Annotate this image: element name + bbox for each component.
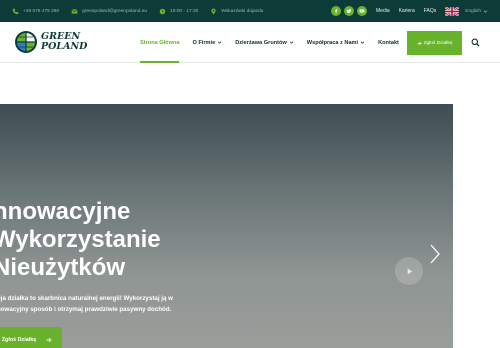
clock-icon bbox=[159, 8, 166, 14]
page: +48 575 475 290 greenpoland@greenpoland.… bbox=[0, 0, 500, 348]
nav-cooperation-label: Współpraca z Nami bbox=[306, 39, 359, 46]
chevron-down-icon bbox=[360, 41, 365, 44]
email-contact[interactable]: greenpoland@greenpoland.eu bbox=[71, 8, 147, 15]
phone-icon bbox=[12, 8, 19, 14]
hero-subtitle: oja działka to skarbnica naturalnej ener… bbox=[0, 293, 173, 315]
hero-title-line: nnowacyjne bbox=[0, 198, 131, 225]
arrow-right-icon bbox=[46, 337, 52, 342]
twitter-icon[interactable] bbox=[344, 6, 354, 16]
language-selector[interactable]: English bbox=[465, 9, 488, 14]
hero-button-label: Zgłoś Działkę bbox=[1, 336, 37, 343]
arrow-right-icon bbox=[417, 41, 422, 45]
phone-number: +48 575 475 290 bbox=[23, 8, 60, 14]
nav-land-lease-label: Dzierżawa Gruntów bbox=[235, 39, 287, 46]
hero-subtitle-line: nowacyjny sposób i otrzymaj prawdziwie p… bbox=[0, 306, 172, 313]
submit-plot-button[interactable]: Zgłoś Działkę bbox=[407, 31, 462, 55]
hero-title-line: Wykorzystanie bbox=[0, 226, 161, 253]
hero-submit-plot-button[interactable]: Zgłoś Działkę bbox=[0, 327, 62, 348]
top-bar: +48 575 475 290 greenpoland@greenpoland.… bbox=[0, 0, 500, 22]
site-logo[interactable]: GREEN POLAND bbox=[14, 30, 87, 54]
youtube-icon[interactable] bbox=[357, 6, 367, 16]
page-background-right bbox=[453, 104, 500, 348]
chevron-down-icon bbox=[217, 41, 222, 44]
chevron-down-icon bbox=[289, 41, 294, 44]
submit-plot-button-label: Zgłoś Działkę bbox=[423, 40, 453, 46]
hero-subtitle-line: oja działka to skarbnica naturalnej ener… bbox=[0, 295, 173, 302]
media-link[interactable]: Media bbox=[376, 8, 390, 14]
nav-home-label: Strona Główna bbox=[140, 39, 180, 46]
directions-text: Wskazówki dojazdu bbox=[221, 8, 264, 14]
main-navigation: Strona Główna O Firmie Dzierżawa Gruntów… bbox=[140, 22, 412, 63]
envelope-icon bbox=[71, 8, 78, 14]
nav-about[interactable]: O Firmie bbox=[192, 22, 222, 63]
video-play-button[interactable] bbox=[395, 257, 423, 285]
main-header: GREEN POLAND Strona Główna O Firmie Dzie… bbox=[0, 22, 500, 63]
map-pin-icon bbox=[211, 7, 217, 15]
nav-contact[interactable]: Kontakt bbox=[378, 22, 399, 63]
directions-link[interactable]: Wskazówki dojazdu bbox=[210, 7, 264, 15]
logo-text-poland: POLAND bbox=[41, 41, 88, 52]
career-link[interactable]: Kariera bbox=[399, 8, 415, 14]
hours-text: 10:00 - 17:30 bbox=[170, 8, 199, 14]
opening-hours: 10:00 - 17:30 bbox=[159, 8, 198, 15]
search-icon[interactable] bbox=[471, 38, 480, 47]
uk-flag-icon[interactable] bbox=[445, 6, 460, 16]
facebook-icon[interactable] bbox=[331, 6, 341, 16]
nav-contact-label: Kontakt bbox=[378, 39, 399, 46]
hero-title-line: Nieużytków bbox=[0, 254, 126, 281]
hero-slider: nnowacyjne Wykorzystanie Nieużytków oja … bbox=[0, 104, 453, 348]
language-label: English bbox=[465, 8, 481, 14]
chevron-down-icon bbox=[483, 10, 488, 13]
nav-cooperation[interactable]: Współpraca z Nami bbox=[307, 22, 365, 63]
hero-title: nnowacyjne Wykorzystanie Nieużytków bbox=[0, 198, 161, 282]
globe-logo-icon bbox=[15, 31, 37, 53]
slider-next-arrow-icon[interactable] bbox=[429, 243, 441, 265]
top-bar-right: Media Kariera FAQs English bbox=[331, 6, 488, 16]
nav-about-label: O Firmie bbox=[192, 39, 216, 46]
nav-home[interactable]: Strona Główna bbox=[140, 22, 180, 63]
phone-contact[interactable]: +48 575 475 290 bbox=[12, 8, 59, 15]
email-address: greenpoland@greenpoland.eu bbox=[82, 8, 148, 14]
faqs-link[interactable]: FAQs bbox=[424, 8, 437, 14]
play-icon bbox=[407, 268, 412, 274]
nav-land-lease[interactable]: Dzierżawa Gruntów bbox=[235, 22, 294, 63]
